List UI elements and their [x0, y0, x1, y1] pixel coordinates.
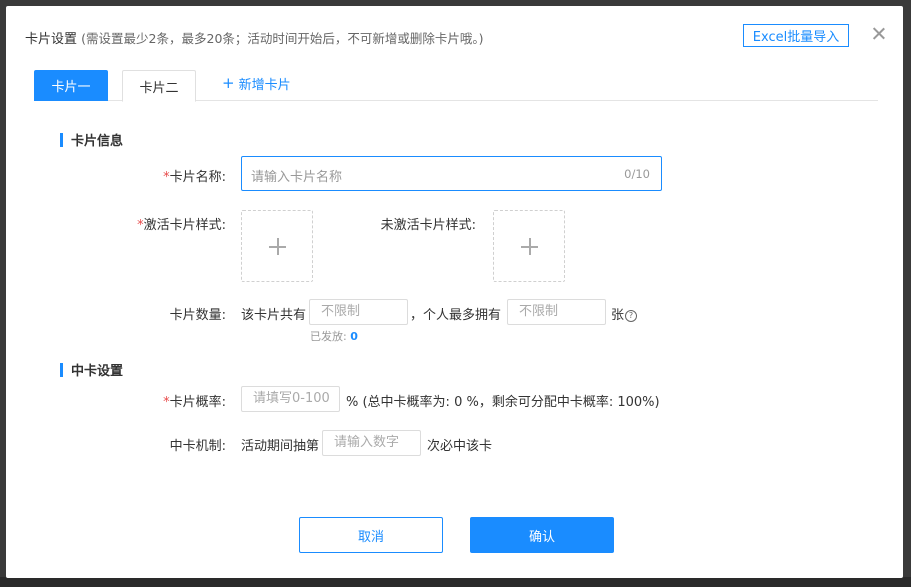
mechanism-input[interactable]: 请输入数字 — [322, 430, 421, 456]
mechanism-suffix: 次必中该卡 — [427, 439, 493, 454]
dialog-title-text: 卡片设置 — [25, 32, 78, 47]
add-card-label: 新增卡片 — [238, 78, 291, 93]
section-card-info-title: 卡片信息 — [71, 134, 124, 149]
section-marker — [60, 362, 63, 377]
probability-label: *卡片概率: — [163, 391, 226, 410]
backdrop — [0, 577, 911, 587]
card-name-label: *卡片名称: — [163, 166, 226, 185]
section-marker — [60, 132, 63, 147]
issued-value: 0 — [350, 330, 358, 343]
per-person-suffix-text: 张 — [611, 308, 625, 323]
dialog-subtitle: (需设置最少2条，最多20条；活动时间开始后，不可新增或删除卡片哦。) — [81, 31, 484, 46]
close-icon[interactable] — [870, 25, 888, 43]
card-quantity-label: 卡片数量: — [169, 308, 226, 323]
issued-count: 已发放: 0 — [310, 328, 358, 344]
per-person-prefix: ，个人最多拥有 — [410, 308, 502, 323]
cancel-button[interactable]: 取消 — [299, 517, 443, 553]
probability-input[interactable]: 请填写0-100 — [241, 386, 340, 412]
per-person-input[interactable]: 不限制 — [507, 299, 606, 325]
active-style-label: *激活卡片样式: — [137, 214, 226, 233]
probability-label-text: 卡片概率: — [169, 395, 226, 410]
plus-icon: + — [222, 74, 235, 92]
issued-label: 已发放: — [310, 330, 347, 343]
active-style-upload[interactable] — [241, 210, 313, 282]
section-winning-title: 中卡设置 — [71, 364, 124, 379]
inactive-style-label: 未激活卡片样式: — [380, 218, 476, 233]
quantity-prefix: 该卡片共有 — [241, 308, 307, 323]
excel-import-button[interactable]: Excel批量导入 — [743, 24, 849, 47]
mechanism-prefix: 活动期间抽第 — [241, 439, 320, 454]
confirm-button[interactable]: 确认 — [470, 517, 614, 553]
card-name-label-text: 卡片名称: — [169, 170, 226, 185]
tab-card-2[interactable]: 卡片二 — [122, 70, 196, 102]
card-name-count: 0/10 — [624, 167, 650, 181]
section-card-info: 卡片信息 — [60, 130, 123, 149]
question-circle-icon[interactable]: ? — [625, 310, 638, 322]
per-person-suffix: 张? — [611, 304, 638, 323]
mechanism-label: 中卡机制: — [169, 439, 226, 454]
section-winning: 中卡设置 — [60, 360, 123, 379]
dialog-title: 卡片设置 (需设置最少2条，最多20条；活动时间开始后，不可新增或删除卡片哦。) — [25, 28, 484, 47]
probability-summary: % (总中卡概率为: 0 %，剩余可分配中卡概率: 100%) — [346, 395, 660, 410]
card-name-input[interactable]: 请输入卡片名称 0/10 — [241, 156, 662, 191]
active-style-label-text: 激活卡片样式: — [143, 218, 226, 233]
add-card-tab[interactable]: + 新增卡片 — [222, 74, 291, 94]
card-settings-dialog: 卡片设置 (需设置最少2条，最多20条；活动时间开始后，不可新增或删除卡片哦。)… — [6, 6, 903, 578]
tab-card-1[interactable]: 卡片一 — [34, 70, 108, 101]
card-name-placeholder: 请输入卡片名称 — [251, 170, 343, 185]
card-total-input[interactable]: 不限制 — [309, 299, 408, 325]
inactive-style-upload[interactable] — [493, 210, 565, 282]
